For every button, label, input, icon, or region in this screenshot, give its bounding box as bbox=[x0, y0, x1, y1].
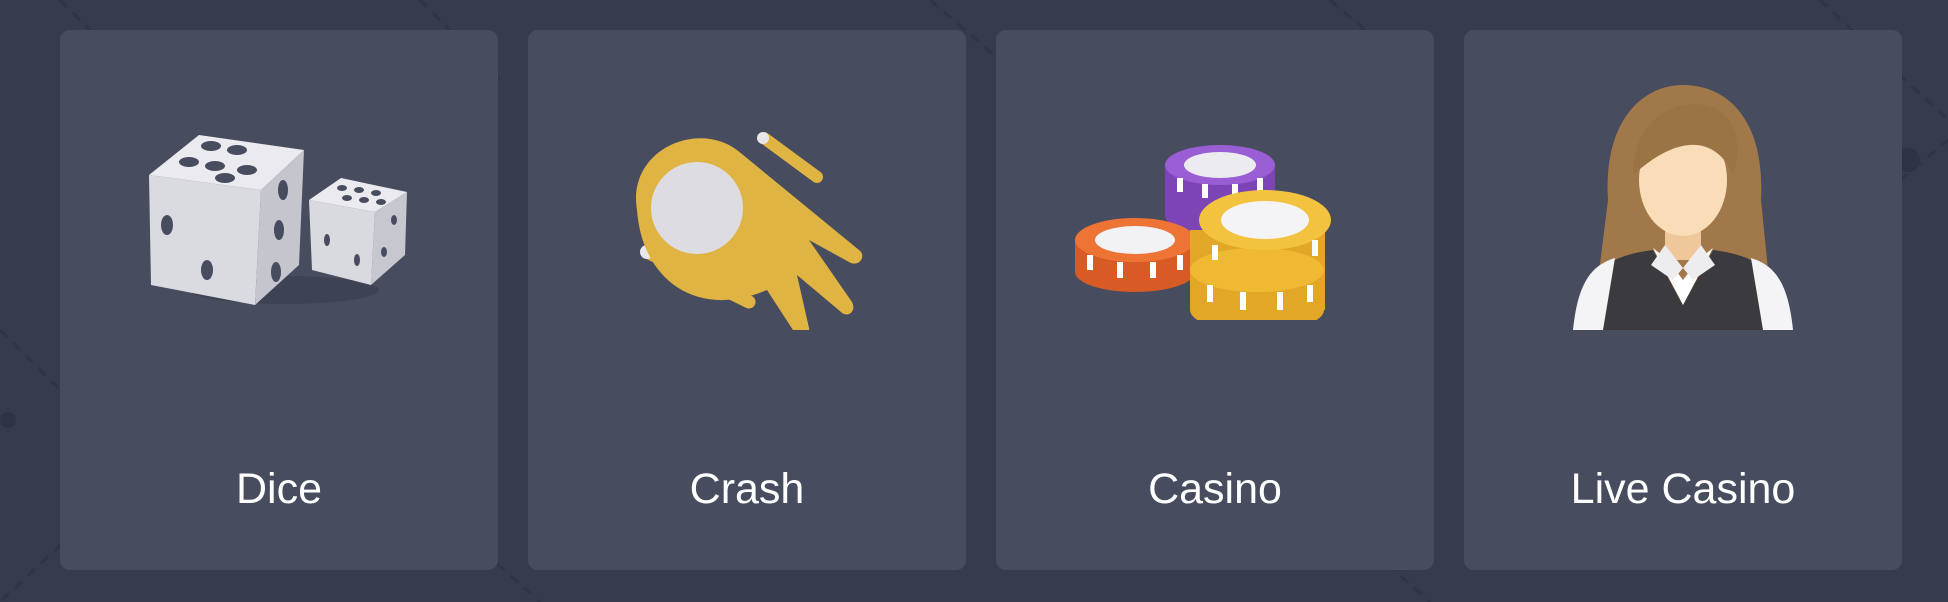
dice-icon bbox=[149, 135, 407, 305]
game-card-live-casino[interactable]: Live Casino bbox=[1464, 30, 1902, 570]
comet-icon bbox=[636, 132, 863, 330]
card-art-crash bbox=[528, 80, 966, 380]
game-category-list: Dice Crash Casino Live Casino bbox=[60, 30, 1902, 570]
dealer-icon bbox=[1573, 85, 1793, 330]
card-label: Dice bbox=[235, 465, 323, 513]
card-label: Casino bbox=[1148, 465, 1282, 513]
casino-chips-icon bbox=[1075, 145, 1331, 320]
game-card-crash[interactable]: Crash bbox=[528, 30, 966, 570]
card-art-live-casino bbox=[1464, 80, 1902, 380]
card-label: Live Casino bbox=[1570, 465, 1796, 513]
card-art-casino bbox=[996, 80, 1434, 380]
game-card-casino[interactable]: Casino bbox=[996, 30, 1434, 570]
game-card-dice[interactable]: Dice bbox=[60, 30, 498, 570]
card-label: Crash bbox=[689, 465, 805, 513]
card-art-dice bbox=[60, 80, 498, 380]
